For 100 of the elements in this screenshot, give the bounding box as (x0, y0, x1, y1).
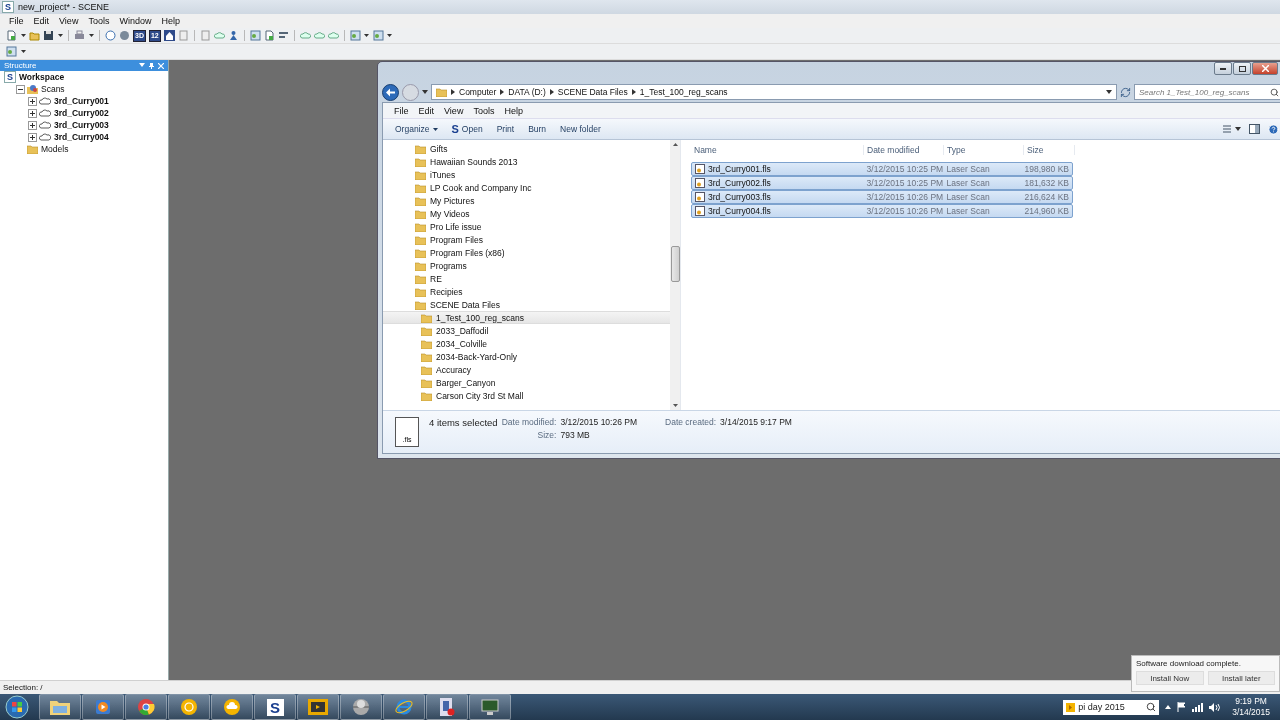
breadcrumb-item[interactable]: SCENE Data Files (557, 87, 628, 97)
image-icon[interactable] (249, 30, 261, 41)
command-button[interactable]: Print (490, 122, 521, 136)
column-header[interactable]: Date modified (864, 144, 944, 155)
nav-item[interactable]: LP Cook and Company Inc (383, 181, 670, 194)
command-button[interactable]: New folder (554, 122, 607, 136)
nav-item[interactable]: Carson City 3rd St Mall (383, 389, 670, 402)
notification-button[interactable]: Install Now (1136, 671, 1204, 685)
search-icon[interactable] (1270, 87, 1279, 97)
nav-item[interactable]: Program Files (x86) (383, 246, 670, 259)
taskbar-button[interactable] (82, 694, 124, 720)
taskbar-button[interactable] (297, 694, 339, 720)
menu-item[interactable]: Help (156, 16, 185, 26)
menu-item[interactable]: Edit (413, 105, 440, 116)
column-header[interactable]: Type (944, 144, 1024, 155)
tree-item[interactable]: Models (27, 144, 69, 154)
scrollbar-thumb[interactable] (670, 246, 680, 282)
expand-toggle[interactable] (28, 132, 37, 142)
taskbar-button[interactable] (39, 694, 81, 720)
house-icon[interactable] (163, 30, 175, 41)
refresh-icon[interactable] (1120, 86, 1131, 98)
nav-item[interactable]: My Videos (383, 207, 670, 220)
document-icon[interactable] (263, 30, 275, 41)
taskbar-button[interactable]: S (254, 694, 296, 720)
caret-icon[interactable] (1165, 705, 1172, 709)
search-field[interactable]: Search 1_Test_100_reg_scans (1134, 84, 1280, 100)
nav-item[interactable]: 2034-Back-Yard-Only (383, 350, 670, 363)
scroll-down-icon[interactable] (672, 404, 678, 407)
menu-item[interactable]: Window (114, 16, 157, 26)
taskbar-button[interactable] (340, 694, 382, 720)
nav-item[interactable]: Barger_Canyon (383, 376, 670, 389)
menu-item[interactable]: Tools (83, 16, 115, 26)
nav-item[interactable]: Programs (383, 259, 670, 272)
save-icon[interactable] (43, 30, 54, 41)
maximize-button[interactable] (1233, 62, 1251, 75)
help-icon[interactable] (105, 30, 116, 41)
caret-icon[interactable] (1106, 90, 1112, 94)
file-row[interactable]: 3rd_Curry001.fls 3/12/2015 10:25 PM Laser Scan 198,980 KB (691, 162, 1073, 176)
tree-item[interactable]: S Workspace (4, 71, 65, 83)
close-button[interactable] (1252, 62, 1278, 75)
nav-item[interactable]: Accuracy (383, 363, 670, 376)
minimize-button[interactable] (1214, 62, 1232, 75)
column-header[interactable]: Size (1024, 144, 1075, 155)
start-button[interactable] (2, 695, 32, 719)
expand-toggle[interactable] (16, 84, 25, 94)
nav-item[interactable]: Hawaiian Sounds 2013 (383, 155, 670, 168)
nav-item[interactable]: Gifts (383, 142, 670, 155)
flag-icon[interactable] (1177, 702, 1187, 712)
expand-toggle[interactable] (28, 120, 37, 130)
back-button[interactable] (382, 83, 399, 101)
address-field[interactable]: Computer DATA (D:) SCENE Data Files 1_Test_100_reg_scans (431, 84, 1117, 100)
preview-pane-icon[interactable] (1249, 124, 1260, 134)
tree-item[interactable]: 3rd_Curry001 (39, 96, 109, 106)
nav-item[interactable]: SCENE Data Files (383, 298, 670, 311)
view-options-icon[interactable] (1223, 125, 1241, 133)
search-icon[interactable] (1146, 702, 1157, 712)
filter-icon[interactable] (277, 30, 289, 41)
command-button[interactable]: S Open (445, 121, 489, 137)
expand-toggle[interactable] (28, 96, 37, 106)
menu-item[interactable]: File (4, 16, 29, 26)
expand-toggle[interactable] (28, 108, 37, 118)
close-icon[interactable] (158, 62, 164, 69)
breadcrumb-item[interactable]: DATA (D:) (508, 87, 546, 97)
signal-icon[interactable] (1192, 702, 1204, 712)
menu-item[interactable]: Edit (28, 16, 55, 26)
taskbar-button[interactable] (125, 694, 167, 720)
taskbar-button[interactable] (469, 694, 511, 720)
breadcrumb-item[interactable]: 1_Test_100_reg_scans (639, 87, 728, 97)
nav-item[interactable]: iTunes (383, 168, 670, 181)
menu-item[interactable]: File (389, 105, 414, 116)
command-button[interactable]: Organize (389, 122, 444, 136)
tree-item[interactable]: 3rd_Curry002 (39, 108, 109, 118)
nav-item[interactable]: Pro Life issue (383, 220, 670, 233)
command-button[interactable]: Burn (522, 122, 553, 136)
taskbar-button[interactable] (211, 694, 253, 720)
menu-item[interactable]: Help (499, 105, 528, 116)
scroll-up-icon[interactable] (672, 143, 678, 146)
file-row[interactable]: 3rd_Curry003.fls 3/12/2015 10:26 PM Laser Scan 216,624 KB (691, 190, 1073, 204)
search-field[interactable]: pi day 2015 (1063, 699, 1160, 715)
caret-icon[interactable] (422, 90, 428, 94)
tree-item[interactable]: 3rd_Curry004 (39, 132, 109, 142)
taskbar-button[interactable] (426, 694, 468, 720)
menu-item[interactable]: View (54, 16, 84, 26)
person-icon[interactable] (227, 30, 239, 41)
taskbar-button[interactable] (168, 694, 210, 720)
menu-item[interactable]: View (439, 105, 469, 116)
nav-item[interactable]: 2034_Colville (383, 337, 670, 350)
nav-item[interactable]: Recipies (383, 285, 670, 298)
pin-icon[interactable] (149, 62, 154, 69)
nav-item[interactable]: My Pictures (383, 194, 670, 207)
tree-item[interactable]: 3rd_Curry003 (39, 120, 109, 130)
clock[interactable]: 9:19 PM 3/14/2015 (1232, 696, 1270, 718)
nav-item[interactable]: RE (383, 272, 670, 285)
file-row[interactable]: 3rd_Curry002.fls 3/12/2015 10:25 PM Laser Scan 181,632 KB (691, 176, 1073, 190)
speaker-icon[interactable] (1209, 702, 1221, 712)
breadcrumb-item[interactable]: Computer (459, 87, 497, 97)
menu-item[interactable]: Tools (468, 105, 500, 116)
nav-item[interactable]: 1_Test_100_reg_scans (383, 311, 670, 324)
notification-button[interactable]: Install later (1207, 671, 1275, 685)
column-header[interactable]: Name (691, 144, 864, 155)
